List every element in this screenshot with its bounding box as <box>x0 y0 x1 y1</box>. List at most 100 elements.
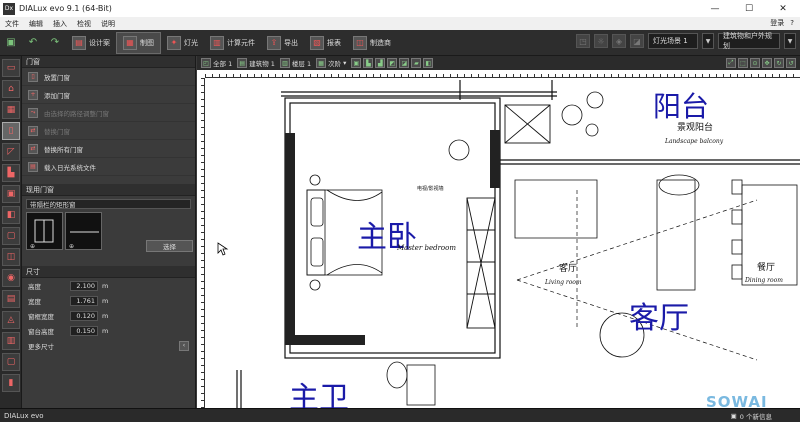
label-master-bedroom-en: Master bedroom <box>396 244 456 252</box>
dim-sill-input[interactable]: 0.150 <box>70 325 98 336</box>
dim-width-unit: m <box>102 296 109 305</box>
layer-icon[interactable]: ▥ <box>2 332 20 350</box>
dim-frame-input[interactable]: 0.120 <box>70 310 98 321</box>
bulb-icon[interactable]: ◈ <box>612 34 626 48</box>
floor-icon[interactable]: ▭ <box>2 59 20 77</box>
mode-calculation-label: 计算元件 <box>227 38 255 47</box>
window-preview-1: ⊕ <box>26 212 63 250</box>
furniture-icon[interactable]: ▣ <box>2 185 20 203</box>
menu-edit[interactable]: 编辑 <box>24 19 48 29</box>
stairs-icon[interactable]: ▙ <box>2 164 20 182</box>
maximize-button[interactable]: ☐ <box>732 0 766 17</box>
dim-width-input[interactable]: 1.761 <box>70 295 98 306</box>
menu-help[interactable]: 说明 <box>96 19 120 29</box>
action-add[interactable]: + 添加门窗 <box>22 86 195 104</box>
label-living: 客厅 <box>629 301 689 336</box>
table-icon[interactable]: ▤ <box>2 290 20 308</box>
action-load-daylight[interactable]: ▤ 载入日光系统文件 <box>22 158 195 176</box>
scope-select[interactable]: ◰ 全部 1 <box>201 58 232 68</box>
label-landscape-balcony-en: Landscape balcony <box>664 138 724 145</box>
column-icon[interactable]: ▮ <box>2 374 20 392</box>
floor-label: 楼层 1 <box>291 60 312 68</box>
dim-height-input[interactable]: 2.100 <box>70 280 98 291</box>
menu-view[interactable]: 检视 <box>72 19 96 29</box>
view-5-icon[interactable]: ◪ <box>399 58 410 68</box>
action-place[interactable]: ▯ 放置门窗 <box>22 68 195 86</box>
mode-export-label: 导出 <box>284 38 298 47</box>
light-scene-dropdown-icon[interactable]: ▼ <box>702 33 714 49</box>
luminaire-icon[interactable]: ◉ <box>2 269 20 287</box>
undo-icon[interactable]: ↶ <box>25 35 41 51</box>
path-icon: ⤳ <box>28 107 38 118</box>
light-scene-select[interactable]: 灯光场景 1 <box>648 33 698 49</box>
frame-icon[interactable]: ▢ <box>2 353 20 371</box>
action-load-daylight-label: 载入日光系统文件 <box>44 163 96 172</box>
window-title: DIALux evo 9.1 (64-Bit) <box>19 4 112 13</box>
level-select[interactable]: ▦ 次阶 ▾ <box>316 58 346 68</box>
building-select[interactable]: ▤ 建筑物 1 <box>237 58 275 68</box>
planning-select[interactable]: 建筑物和户外规划 <box>718 32 780 50</box>
zoom-icon[interactable]: ⊙ <box>750 58 760 68</box>
dim-sill-unit: m <box>102 326 109 335</box>
mode-export[interactable]: ⇪ 导出 <box>261 32 304 54</box>
login-link[interactable]: 登录 <box>770 18 784 28</box>
minimize-button[interactable]: — <box>698 0 732 17</box>
orbit-icon[interactable]: ↻ <box>774 58 784 68</box>
mode-manufacturer[interactable]: ◫ 制造商 <box>347 32 397 54</box>
view-mode-buttons: ▣ ▙ ▟ ◩ ◪ ▰ ◧ <box>351 58 434 68</box>
app-icon: Dx <box>3 2 15 15</box>
roof-icon[interactable]: ◸ <box>2 143 20 161</box>
room-icon[interactable]: ▢ <box>2 227 20 245</box>
view-3-icon[interactable]: ▟ <box>375 58 386 68</box>
window-icon[interactable]: ▦ <box>2 101 20 119</box>
label-dining-cn: 餐厅 <box>757 261 775 273</box>
action-add-label: 添加门窗 <box>44 91 70 100</box>
mode-design[interactable]: ▤ 设计案 <box>66 32 116 54</box>
manufacturer-icon: ◫ <box>353 35 367 50</box>
shape-icon[interactable]: ◬ <box>2 311 20 329</box>
view-6-icon[interactable]: ▰ <box>411 58 422 68</box>
mode-calculation[interactable]: ▥ 计算元件 <box>204 32 261 54</box>
choose-button[interactable]: 选择 <box>146 240 193 252</box>
redo-icon[interactable]: ↷ <box>47 35 63 51</box>
close-button[interactable]: ✕ <box>766 0 800 17</box>
pan-icon[interactable]: ✥ <box>762 58 772 68</box>
floor-select[interactable]: ▥ 楼层 1 <box>279 58 312 68</box>
drawing-canvas[interactable]: 阳台 主卧 客厅 主卫 景观阳台 Landscape balcony Maste… <box>197 70 800 408</box>
menu-file[interactable]: 文件 <box>0 19 24 29</box>
expand-icon[interactable]: ‹ <box>179 340 189 351</box>
surface-icon[interactable]: ◧ <box>2 206 20 224</box>
cube-icon[interactable]: ◫ <box>2 248 20 266</box>
label-landscape-balcony: 景观阳台 <box>677 121 713 133</box>
dim-frame-unit: m <box>102 311 109 320</box>
toolbar-right: ◳ ☼ ◈ ◪ 灯光场景 1 ▼ 建筑物和户外规划 ▼ <box>576 32 796 50</box>
top-view-icon[interactable]: ▣ <box>351 58 362 68</box>
mode-light[interactable]: ✦ 灯光 <box>161 32 204 54</box>
message-status[interactable]: ▣ 0 个新信息 <box>731 411 772 421</box>
replace-icon: ⇄ <box>28 125 38 136</box>
view-2-icon[interactable]: ▙ <box>363 58 374 68</box>
login-area: 登录 ? <box>770 18 794 28</box>
left-tool-strip: ▭ ⌂ ▦ ▯ ◸ ▙ ▣ ◧ ▢ ◫ ◉ ▤ ◬ ▥ ▢ ▮ <box>0 56 22 408</box>
action-replace-all[interactable]: ⇄ 替换所有门窗 <box>22 140 195 158</box>
walk-icon[interactable]: ↺ <box>786 58 796 68</box>
select-icon[interactable]: ⬚ <box>738 58 748 68</box>
add-icon: + <box>28 89 38 100</box>
view-4-icon[interactable]: ◩ <box>387 58 398 68</box>
camera-icon[interactable]: ◳ <box>576 34 590 48</box>
view-7-icon[interactable]: ◧ <box>423 58 434 68</box>
mode-report[interactable]: ▧ 报表 <box>304 32 347 54</box>
building-small-icon: ▤ <box>237 58 248 68</box>
save-icon[interactable]: ▣ <box>3 35 19 51</box>
planning-dropdown-icon[interactable]: ▼ <box>784 33 796 49</box>
calc-output-icon[interactable]: ◪ <box>630 34 644 48</box>
help-icon[interactable]: ? <box>790 19 794 27</box>
fit-view-icon[interactable]: ⤢ <box>726 58 736 68</box>
door-icon[interactable]: ▯ <box>2 122 20 140</box>
window-controls: — ☐ ✕ <box>698 0 800 17</box>
building-icon[interactable]: ⌂ <box>2 80 20 98</box>
menu-insert[interactable]: 插入 <box>48 19 72 29</box>
mode-construction[interactable]: ▦ 制图 <box>116 31 161 54</box>
more-sizes[interactable]: 更多尺寸 ‹ <box>22 338 195 353</box>
sun-icon[interactable]: ☼ <box>594 34 608 48</box>
